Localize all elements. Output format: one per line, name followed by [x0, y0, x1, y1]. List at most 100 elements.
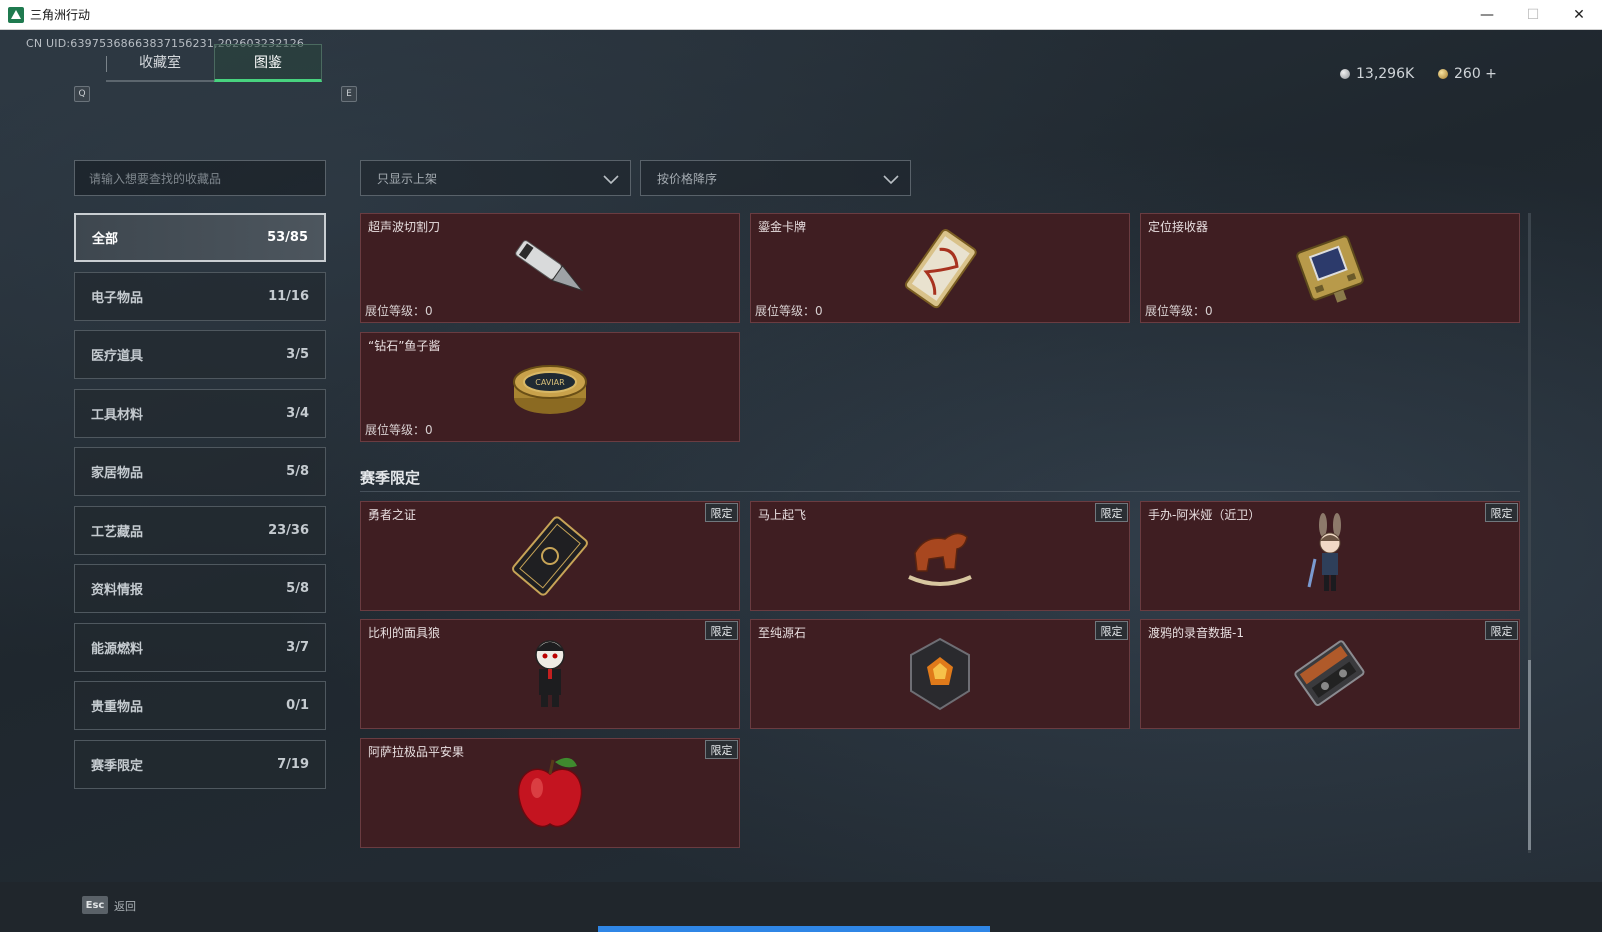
category-count: 7/19: [277, 757, 309, 772]
back-label[interactable]: 返回: [114, 898, 136, 914]
amiya-figure-icon: [1307, 513, 1341, 591]
category-household[interactable]: 家居物品 5/8: [74, 447, 326, 496]
footer-bar: [0, 882, 1602, 932]
category-valuables[interactable]: 贵重物品 0/1: [74, 681, 326, 730]
window-title: 三角洲行动: [30, 8, 91, 22]
silver-coin-icon: [1340, 69, 1350, 79]
sort-label: 按价格降序: [657, 171, 718, 186]
category-count: 3/5: [286, 347, 309, 362]
category-count: 3/7: [286, 640, 309, 655]
locator-receiver-icon: [1296, 235, 1364, 303]
category-all[interactable]: 全部 53/85: [74, 213, 326, 262]
collectible-card[interactable]: 至纯源石 限定: [750, 619, 1130, 729]
collectible-card[interactable]: 比利的面具狼 限定: [360, 619, 740, 729]
tape-recorder-icon: [1294, 640, 1365, 707]
item-name: “钻石”鱼子酱: [368, 339, 441, 353]
prev-tab-key-hint[interactable]: Q: [74, 86, 90, 102]
category-label: 资料情报: [91, 583, 144, 598]
item-name: 马上起飞: [758, 508, 807, 522]
item-name: 渡鸦的录音数据-1: [1148, 626, 1244, 640]
display-level: 展位等级：0: [1145, 304, 1213, 318]
billy-puppet-icon: [535, 640, 565, 707]
hero-card-icon: [512, 516, 588, 596]
category-energy[interactable]: 能源燃料 3/7: [74, 623, 326, 672]
caviar-tin-icon: CAVIAR: [513, 365, 587, 414]
collectible-card[interactable]: 渡鸦的录音数据-1 限定: [1140, 619, 1520, 729]
chevron-down-icon: [603, 175, 619, 185]
ultrasonic-knife-icon: [515, 240, 584, 292]
collectible-card[interactable]: “钻石”鱼子酱 CAVIAR 展位等级：0: [360, 332, 740, 442]
category-count: 23/36: [268, 523, 309, 538]
item-name: 定位接收器: [1148, 220, 1209, 234]
item-name: 手办-阿米娅（近卫）: [1148, 508, 1261, 522]
category-label: 工艺藏品: [91, 525, 144, 540]
category-label: 赛季限定: [91, 759, 144, 774]
originium-icon: [910, 637, 970, 711]
category-label: 家居物品: [91, 466, 144, 481]
close-button[interactable]: ✕: [1556, 0, 1602, 30]
minimize-button[interactable]: —: [1464, 0, 1510, 30]
collectible-card[interactable]: 马上起飞 限定: [750, 501, 1130, 611]
category-medical[interactable]: 医疗道具 3/5: [74, 330, 326, 379]
gold-amount: 260 +: [1454, 66, 1497, 82]
limited-badge: 限定: [1485, 621, 1518, 640]
category-seasonal[interactable]: 赛季限定 7/19: [74, 740, 326, 789]
collection-search-input[interactable]: 请输入想要查找的收藏品: [74, 160, 326, 196]
collectible-card[interactable]: 手办-阿米娅（近卫） 限定: [1140, 501, 1520, 611]
category-count: 0/1: [286, 698, 309, 713]
gilded-card-icon: [904, 229, 977, 309]
maximize-button[interactable]: ☐: [1510, 0, 1556, 30]
item-name: 鎏金卡牌: [758, 220, 807, 234]
limited-badge: 限定: [705, 740, 738, 759]
display-level: 展位等级：0: [365, 304, 433, 318]
tab-collection-room[interactable]: 收藏室: [106, 44, 214, 82]
display-level: 展位等级：0: [755, 304, 823, 318]
app-logo-icon: [8, 6, 24, 23]
silver-currency: 13,296K: [1340, 66, 1414, 82]
rocking-horse-icon: [908, 532, 972, 586]
item-name: 至纯源石: [758, 626, 807, 640]
window-title-bar: 三角洲行动 — ☐ ✕: [0, 0, 1602, 30]
limited-badge: 限定: [1485, 503, 1518, 522]
section-divider: [360, 491, 1520, 492]
tin-label: CAVIAR: [535, 378, 565, 387]
category-tools[interactable]: 工具材料 3/4: [74, 389, 326, 438]
chevron-down-icon: [883, 175, 899, 185]
scrollbar-thumb[interactable]: [1528, 660, 1531, 850]
listed-filter-dropdown[interactable]: 只显示上架: [360, 160, 631, 196]
limited-badge: 限定: [705, 503, 738, 522]
loading-progress-fill: [598, 926, 990, 932]
gold-currency[interactable]: 260 +: [1438, 66, 1497, 82]
gold-coin-icon: [1438, 69, 1448, 79]
collectible-card[interactable]: 超声波切割刀 展位等级：0: [360, 213, 740, 323]
collectible-card[interactable]: 鎏金卡牌 展位等级：0: [750, 213, 1130, 323]
category-intel[interactable]: 资料情报 5/8: [74, 564, 326, 613]
collectible-card[interactable]: 勇者之证 限定: [360, 501, 740, 611]
category-crafts[interactable]: 工艺藏品 23/36: [74, 506, 326, 555]
category-label: 工具材料: [91, 408, 144, 423]
listed-filter-label: 只显示上架: [377, 171, 438, 186]
category-label: 医疗道具: [91, 349, 144, 364]
category-label: 电子物品: [91, 291, 144, 306]
item-name: 阿萨拉极品平安果: [368, 745, 465, 759]
sort-dropdown[interactable]: 按价格降序: [640, 160, 911, 196]
limited-badge: 限定: [1095, 621, 1128, 640]
section-title-seasonal: 赛季限定: [360, 469, 421, 487]
category-label: 全部: [92, 232, 119, 247]
tab-catalog[interactable]: 图鉴: [214, 44, 322, 82]
top-tabs: 收藏室 图鉴: [106, 44, 322, 82]
category-count: 5/8: [286, 581, 309, 596]
esc-key-hint[interactable]: Esc: [82, 896, 108, 914]
display-level: 展位等级：0: [365, 423, 433, 437]
collectible-card[interactable]: 阿萨拉极品平安果 限定: [360, 738, 740, 848]
category-count: 5/8: [286, 464, 309, 479]
category-count: 11/16: [268, 289, 309, 304]
category-count: 3/4: [286, 406, 309, 421]
category-electronics[interactable]: 电子物品 11/16: [74, 272, 326, 321]
collectible-card[interactable]: 定位接收器 展位等级：0: [1140, 213, 1520, 323]
item-name: 勇者之证: [368, 508, 417, 522]
category-count: 53/85: [267, 230, 308, 245]
item-name: 比利的面具狼: [368, 626, 441, 640]
silver-amount: 13,296K: [1356, 66, 1415, 82]
next-tab-key-hint[interactable]: E: [341, 86, 357, 102]
